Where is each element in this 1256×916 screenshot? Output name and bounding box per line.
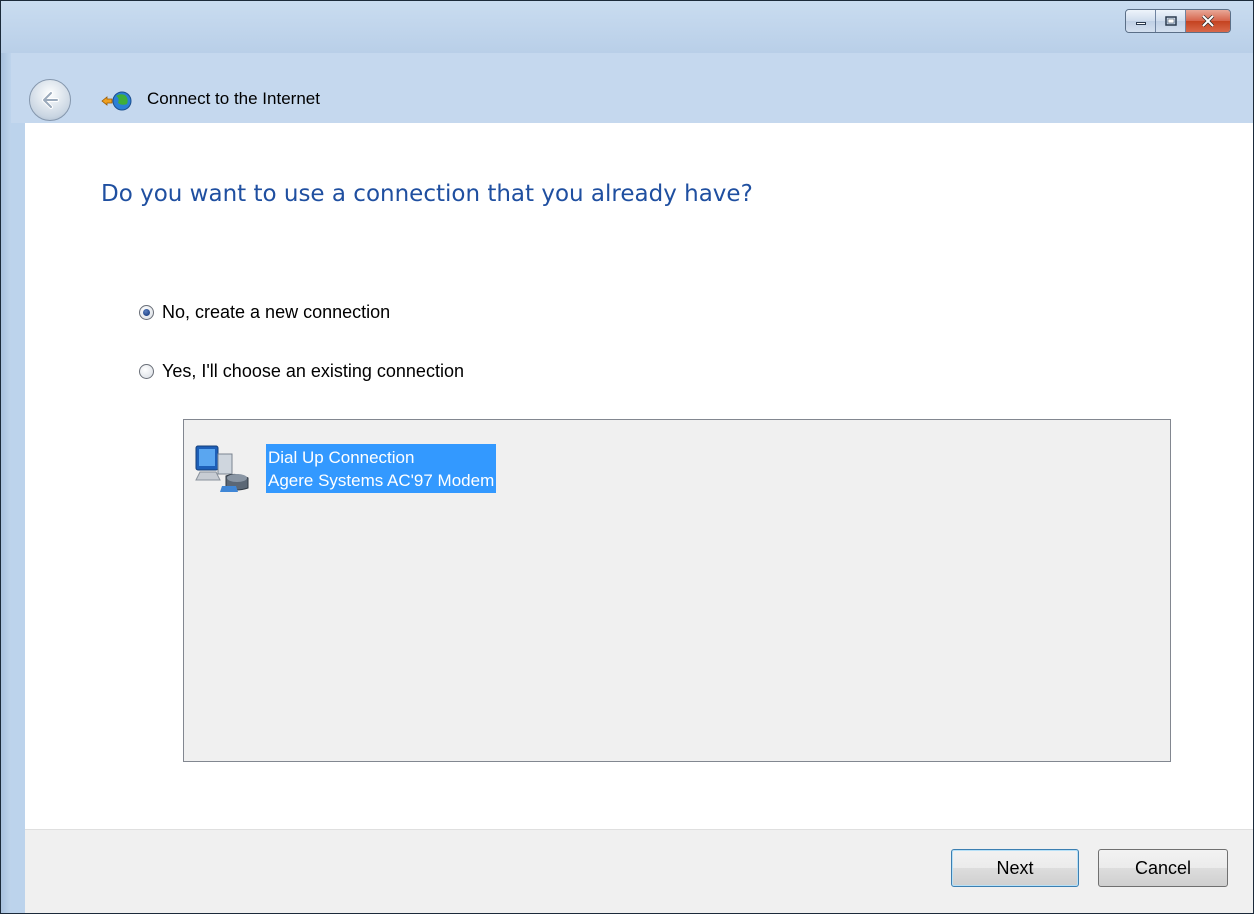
window-title: Connect to the Internet: [147, 89, 320, 108]
option-choose-existing[interactable]: Yes, I'll choose an existing connection: [139, 361, 464, 382]
window-frame: [1, 53, 11, 913]
dialup-connection-icon: [195, 445, 249, 492]
connection-item[interactable]: Dial Up Connection Agere Systems AC'97 M…: [192, 440, 497, 498]
page-heading: Do you want to use a connection that you…: [101, 181, 753, 207]
next-button[interactable]: Next: [951, 849, 1079, 887]
minimize-icon: [1135, 22, 1146, 25]
radio-choose-existing[interactable]: [139, 364, 154, 379]
connection-text: Dial Up Connection Agere Systems AC'97 M…: [266, 444, 497, 493]
title-bar[interactable]: [1, 1, 1253, 53]
option-choose-existing-label: Yes, I'll choose an existing connection: [162, 361, 464, 381]
radio-create-new[interactable]: [139, 305, 154, 320]
maximize-icon: [1164, 16, 1177, 26]
wizard-header: [11, 53, 1253, 123]
caption-buttons: [1125, 9, 1231, 33]
option-create-new[interactable]: No, create a new connection: [139, 302, 390, 323]
back-arrow-icon: [42, 91, 59, 109]
close-button[interactable]: [1186, 10, 1230, 32]
connection-name: Dial Up Connection: [268, 448, 415, 467]
maximize-button[interactable]: [1156, 10, 1186, 32]
close-icon: [1201, 15, 1215, 27]
option-create-new-label: No, create a new connection: [162, 302, 391, 322]
connect-internet-icon: [101, 91, 132, 111]
wizard-window: Connect to the Internet Do you want to u…: [0, 0, 1254, 914]
cancel-button[interactable]: Cancel: [1098, 849, 1228, 887]
back-button[interactable]: [29, 79, 71, 121]
connections-listbox[interactable]: Dial Up Connection Agere Systems AC'97 M…: [183, 419, 1171, 762]
minimize-button[interactable]: [1126, 10, 1156, 32]
radio-selected-dot: [143, 309, 150, 316]
connection-device: Agere Systems AC'97 Modem: [268, 471, 495, 490]
